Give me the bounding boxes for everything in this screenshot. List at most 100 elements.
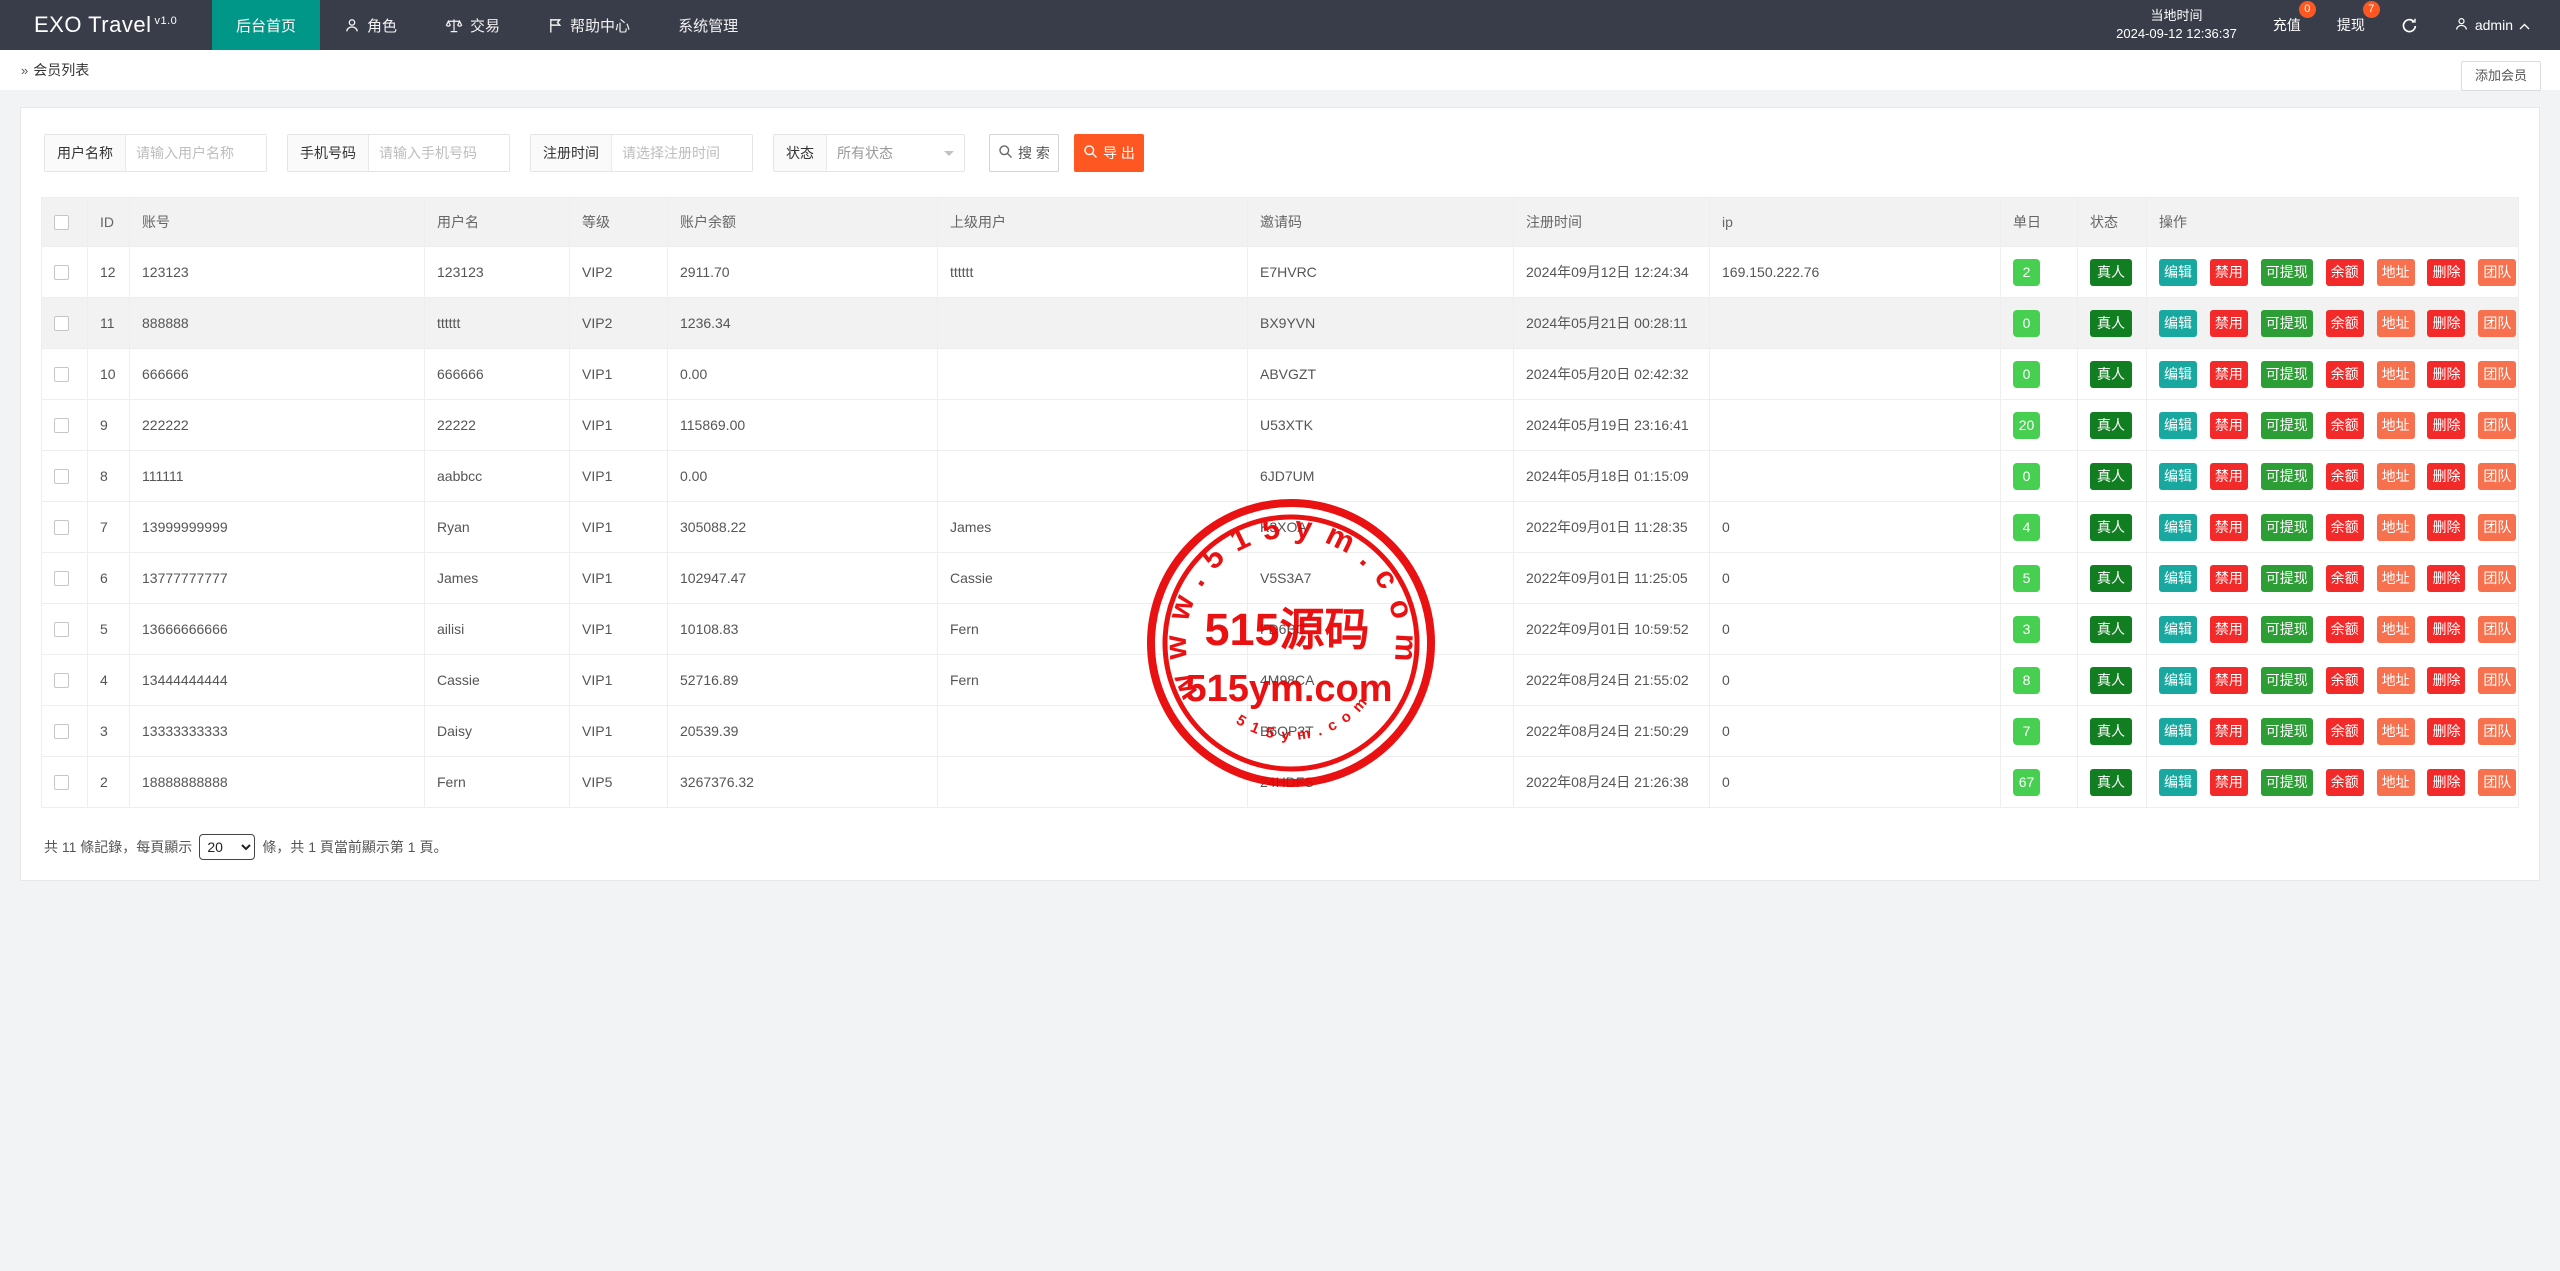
withdrawable-button[interactable]: 可提现 <box>2260 564 2313 592</box>
search-button[interactable]: 搜 索 <box>989 134 1059 172</box>
address-button[interactable]: 地址 <box>2376 462 2415 490</box>
edit-button[interactable]: 编辑 <box>2159 462 2197 490</box>
status-badge[interactable]: 真人 <box>2090 513 2132 541</box>
address-button[interactable]: 地址 <box>2376 411 2415 439</box>
delete-button[interactable]: 删除 <box>2427 564 2466 592</box>
address-button[interactable]: 地址 <box>2376 615 2415 643</box>
status-badge[interactable]: 真人 <box>2090 717 2132 745</box>
regtime-input[interactable] <box>612 135 752 171</box>
status-badge[interactable]: 真人 <box>2090 309 2132 337</box>
withdrawable-button[interactable]: 可提现 <box>2260 462 2313 490</box>
ban-button[interactable]: 禁用 <box>2209 411 2248 439</box>
address-button[interactable]: 地址 <box>2376 564 2415 592</box>
row-checkbox[interactable] <box>54 622 69 638</box>
refresh-icon[interactable] <box>2401 17 2418 34</box>
edit-button[interactable]: 编辑 <box>2159 513 2197 541</box>
page-size-select[interactable]: 20 <box>199 834 256 860</box>
row-checkbox[interactable] <box>54 469 69 485</box>
nav-item-help-center[interactable]: 帮助中心 <box>524 0 654 50</box>
add-member-button[interactable]: 添加会员 <box>2460 61 2541 91</box>
edit-button[interactable]: 编辑 <box>2159 717 2197 745</box>
row-checkbox[interactable] <box>54 724 69 740</box>
ban-button[interactable]: 禁用 <box>2209 768 2248 796</box>
status-select[interactable]: 所有状态 <box>827 135 964 171</box>
row-checkbox[interactable] <box>54 367 69 383</box>
balance-button[interactable]: 余额 <box>2325 513 2364 541</box>
ban-button[interactable]: 禁用 <box>2209 564 2248 592</box>
address-button[interactable]: 地址 <box>2376 258 2415 286</box>
balance-button[interactable]: 余额 <box>2325 615 2364 643</box>
delete-button[interactable]: 删除 <box>2427 513 2466 541</box>
delete-button[interactable]: 删除 <box>2427 768 2466 796</box>
export-button[interactable]: 导 出 <box>1074 134 1144 172</box>
phone-input[interactable] <box>369 135 509 171</box>
withdraw-link[interactable]: 提现 7 <box>2337 1 2380 35</box>
team-button[interactable]: 团队 <box>2478 615 2517 643</box>
balance-button[interactable]: 余额 <box>2325 411 2364 439</box>
delete-button[interactable]: 删除 <box>2427 309 2466 337</box>
delete-button[interactable]: 删除 <box>2427 360 2466 388</box>
ban-button[interactable]: 禁用 <box>2209 666 2248 694</box>
nav-item-system[interactable]: 系统管理 <box>654 0 762 50</box>
withdrawable-button[interactable]: 可提现 <box>2260 768 2313 796</box>
withdrawable-button[interactable]: 可提现 <box>2260 717 2313 745</box>
status-badge[interactable]: 真人 <box>2090 666 2132 694</box>
status-badge[interactable]: 真人 <box>2090 360 2132 388</box>
withdrawable-button[interactable]: 可提现 <box>2260 513 2313 541</box>
ban-button[interactable]: 禁用 <box>2209 309 2248 337</box>
team-button[interactable]: 团队 <box>2478 768 2517 796</box>
balance-button[interactable]: 余额 <box>2325 564 2364 592</box>
status-badge[interactable]: 真人 <box>2090 462 2132 490</box>
edit-button[interactable]: 编辑 <box>2159 360 2197 388</box>
team-button[interactable]: 团队 <box>2478 411 2517 439</box>
row-checkbox[interactable] <box>54 418 69 434</box>
balance-button[interactable]: 余额 <box>2325 462 2364 490</box>
row-checkbox[interactable] <box>54 571 69 587</box>
row-checkbox[interactable] <box>54 775 69 791</box>
row-checkbox[interactable] <box>54 265 69 281</box>
status-badge[interactable]: 真人 <box>2090 768 2132 796</box>
address-button[interactable]: 地址 <box>2376 513 2415 541</box>
address-button[interactable]: 地址 <box>2376 360 2415 388</box>
ban-button[interactable]: 禁用 <box>2209 462 2248 490</box>
select-all-checkbox[interactable] <box>54 215 69 231</box>
recharge-link[interactable]: 充值 0 <box>2273 1 2316 35</box>
team-button[interactable]: 团队 <box>2478 717 2517 745</box>
nav-item-roles[interactable]: 角色 <box>320 0 421 50</box>
user-menu[interactable]: admin <box>2454 16 2530 35</box>
username-input[interactable] <box>126 135 266 171</box>
status-badge[interactable]: 真人 <box>2090 258 2132 286</box>
status-badge[interactable]: 真人 <box>2090 615 2132 643</box>
nav-item-trade[interactable]: 交易 <box>421 0 524 50</box>
row-checkbox[interactable] <box>54 673 69 689</box>
status-badge[interactable]: 真人 <box>2090 564 2132 592</box>
withdrawable-button[interactable]: 可提现 <box>2260 666 2313 694</box>
delete-button[interactable]: 删除 <box>2427 717 2466 745</box>
balance-button[interactable]: 余额 <box>2325 258 2364 286</box>
withdrawable-button[interactable]: 可提现 <box>2260 309 2313 337</box>
team-button[interactable]: 团队 <box>2478 513 2517 541</box>
team-button[interactable]: 团队 <box>2478 309 2517 337</box>
ban-button[interactable]: 禁用 <box>2209 717 2248 745</box>
edit-button[interactable]: 编辑 <box>2159 666 2197 694</box>
delete-button[interactable]: 删除 <box>2427 615 2466 643</box>
team-button[interactable]: 团队 <box>2478 360 2517 388</box>
status-badge[interactable]: 真人 <box>2090 411 2132 439</box>
address-button[interactable]: 地址 <box>2376 768 2415 796</box>
delete-button[interactable]: 删除 <box>2427 411 2466 439</box>
withdrawable-button[interactable]: 可提现 <box>2260 360 2313 388</box>
address-button[interactable]: 地址 <box>2376 717 2415 745</box>
withdrawable-button[interactable]: 可提现 <box>2260 615 2313 643</box>
team-button[interactable]: 团队 <box>2478 666 2517 694</box>
delete-button[interactable]: 删除 <box>2427 462 2466 490</box>
delete-button[interactable]: 删除 <box>2427 666 2466 694</box>
ban-button[interactable]: 禁用 <box>2209 360 2248 388</box>
balance-button[interactable]: 余额 <box>2325 768 2364 796</box>
edit-button[interactable]: 编辑 <box>2159 411 2197 439</box>
team-button[interactable]: 团队 <box>2478 564 2517 592</box>
edit-button[interactable]: 编辑 <box>2159 258 2197 286</box>
edit-button[interactable]: 编辑 <box>2159 309 2197 337</box>
edit-button[interactable]: 编辑 <box>2159 768 2197 796</box>
delete-button[interactable]: 删除 <box>2427 258 2466 286</box>
team-button[interactable]: 团队 <box>2478 462 2517 490</box>
